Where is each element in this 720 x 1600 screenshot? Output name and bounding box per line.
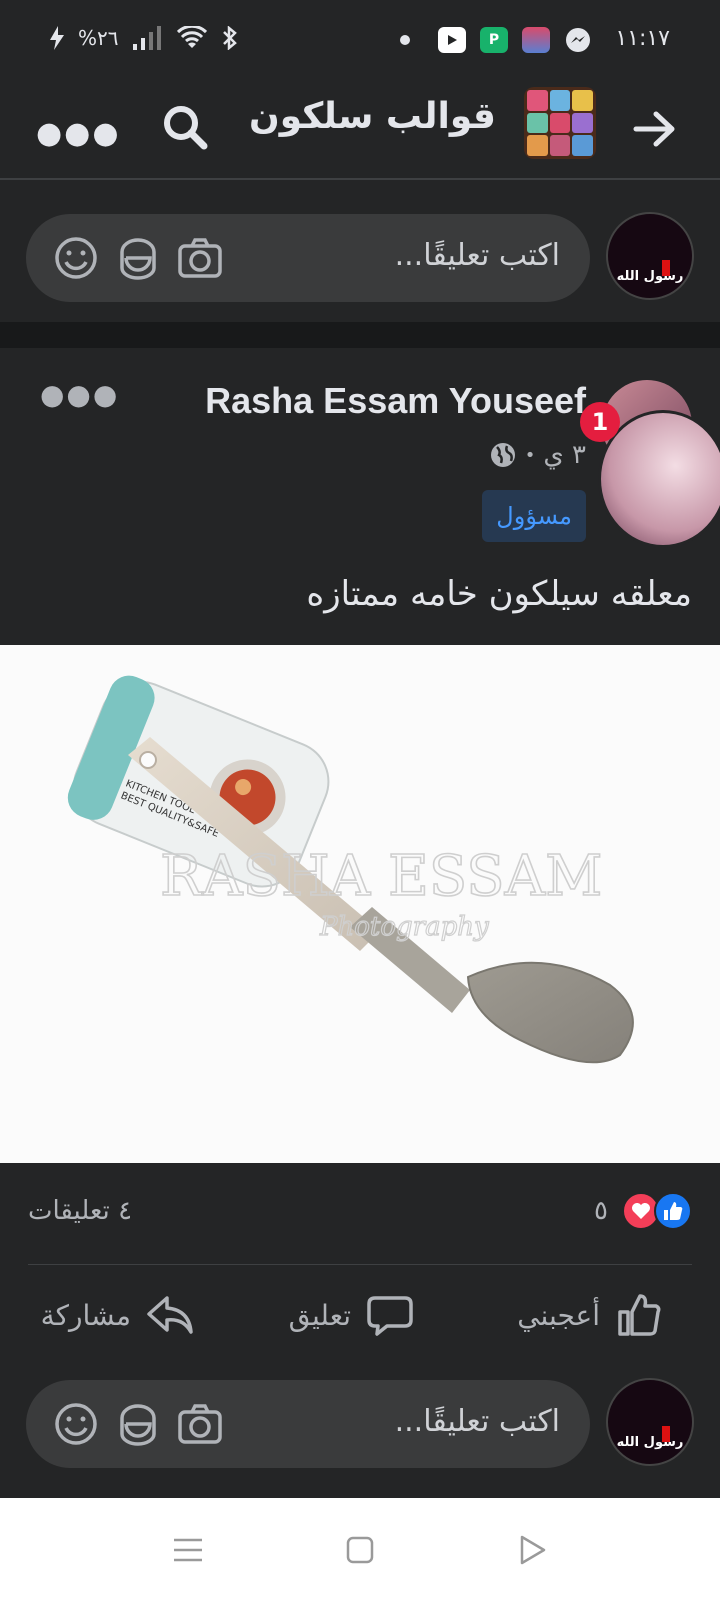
camera-icon[interactable] [176, 1400, 224, 1448]
group-thumbnail[interactable] [524, 87, 596, 159]
status-left-icons: %٢٦ [50, 26, 239, 50]
comment-input[interactable]: اكتب تعليقًا... [26, 1380, 590, 1468]
like-button[interactable]: أعجبني [517, 1290, 664, 1340]
like-icon [618, 1294, 661, 1336]
comment-button[interactable]: تعليق [289, 1290, 415, 1340]
status-right-icons: P [400, 26, 592, 54]
reaction-summary: ٥ ٤ تعليقات [28, 1192, 692, 1236]
menu-nav-icon[interactable] [170, 1532, 206, 1568]
post-photo[interactable]: KITCHEN TOOL BEST QUALITY&SAFE RASHA ESS… [0, 645, 720, 1163]
post-actions: أعجبني تعليق مشاركة [0, 1280, 720, 1360]
post-author-name[interactable]: Rasha Essam Youseef [205, 380, 586, 422]
avatar-sticker-icon[interactable] [114, 1400, 162, 1448]
meta-separator: • [524, 444, 536, 466]
signal-icon [132, 26, 161, 50]
emoji-icon[interactable] [52, 234, 100, 282]
wifi-icon [176, 26, 207, 48]
charging-icon [50, 26, 64, 50]
post-more-icon[interactable]: ●●● [40, 378, 119, 411]
like-reaction-icon [654, 1192, 692, 1230]
like-label: أعجبني [517, 1298, 600, 1332]
actions-divider [28, 1264, 692, 1265]
reaction-icons[interactable]: ٥ [594, 1192, 692, 1230]
comment-icon [367, 1296, 413, 1336]
admin-role-badge: مسؤول [482, 490, 586, 542]
comment-input[interactable]: اكتب تعليقًا... [26, 214, 590, 302]
top-comment-composer: رسول الله اكتب تعليقًا... [0, 196, 720, 306]
spatula-photo: KITCHEN TOOL BEST QUALITY&SAFE RASHA ESS… [0, 645, 720, 1163]
back-nav-icon[interactable] [514, 1532, 550, 1568]
group-title[interactable]: قوالب سلكون [249, 96, 496, 137]
comment-placeholder: اكتب تعليقًا... [394, 238, 560, 273]
camera-icon[interactable] [176, 234, 224, 282]
share-button[interactable]: مشاركة [41, 1290, 195, 1340]
game-app-icon [522, 27, 550, 53]
comment-label: تعليق [288, 1298, 351, 1332]
comment-count[interactable]: ٤ تعليقات [28, 1196, 132, 1226]
bluetooth-icon [222, 26, 237, 50]
search-icon[interactable] [160, 102, 210, 152]
avatar-sticker-icon[interactable] [114, 234, 162, 282]
globe-icon [490, 443, 515, 467]
notification-dot-icon [400, 35, 410, 45]
post-text: معلقه سيلكون خامه ممتازه [306, 574, 692, 614]
user-avatar[interactable]: رسول الله [606, 212, 694, 300]
watermark-subtext: Photography [319, 912, 489, 942]
status-bar: %٢٦ P ١١:١٧ [0, 0, 720, 84]
bottom-comment-composer: رسول الله اكتب تعليقًا... [0, 1362, 720, 1472]
battery-percent: %٢٦ [78, 26, 119, 50]
emoji-icon[interactable] [52, 1400, 100, 1448]
post-meta: ٣ ي • [489, 440, 586, 470]
share-label: مشاركة [40, 1298, 131, 1332]
user-avatar[interactable]: رسول الله [606, 1378, 694, 1466]
comment-placeholder: اكتب تعليقًا... [394, 1404, 560, 1439]
app-p-icon: P [480, 27, 508, 53]
back-arrow-icon[interactable] [630, 104, 680, 154]
system-nav-bar [0, 1498, 720, 1600]
status-time: ١١:١٧ [615, 26, 670, 51]
messenger-icon [566, 28, 590, 52]
watermark-text: RASHA ESSAM [160, 844, 602, 909]
group-header: قوالب سلكون ●●● [0, 84, 720, 180]
share-icon [147, 1296, 193, 1334]
home-nav-icon[interactable] [342, 1532, 378, 1568]
post-time[interactable]: ٣ ي [543, 440, 586, 470]
notification-badge: 1 [580, 402, 620, 442]
reaction-count: ٥ [594, 1196, 608, 1226]
more-options-icon[interactable]: ●●● [36, 116, 121, 151]
youtube-icon [438, 27, 466, 53]
section-divider [0, 322, 720, 348]
